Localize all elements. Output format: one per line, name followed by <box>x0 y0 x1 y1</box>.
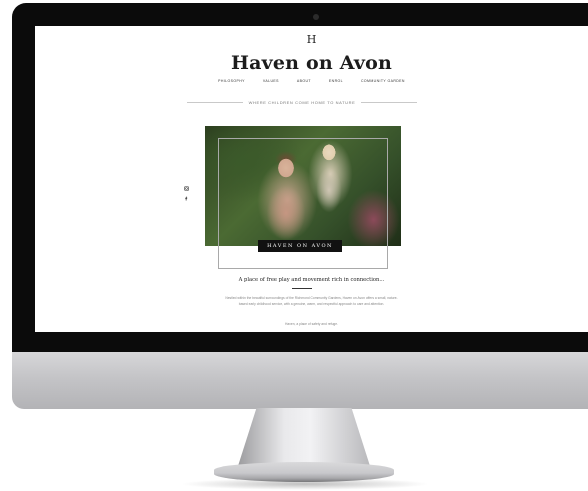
nav-item-community-garden[interactable]: Community Garden <box>361 79 405 83</box>
main-nav: Philosophy Values About Enrol Community … <box>35 79 588 83</box>
nav-item-enrol[interactable]: Enrol <box>329 79 343 83</box>
instagram-icon[interactable] <box>183 186 189 193</box>
stand-shadow <box>180 478 430 490</box>
tagline-divider-right <box>361 101 418 103</box>
tagline-divider-left <box>187 101 243 103</box>
site-title[interactable]: Haven on Avon <box>35 52 588 74</box>
camera-icon <box>313 14 319 20</box>
monitor-stand <box>238 408 370 466</box>
intro-body: Nestled within the beautiful surrounding… <box>225 296 398 306</box>
nav-item-philosophy[interactable]: Philosophy <box>218 79 245 83</box>
intro-divider <box>292 288 312 289</box>
website-screen: H Haven on Avon Philosophy Values About … <box>35 26 588 332</box>
nav-item-values[interactable]: Values <box>263 79 279 83</box>
monitor-chin <box>12 352 588 409</box>
hero-caption: HAVEN ON AVON <box>258 240 342 252</box>
tagline-row: Where children come home to nature <box>187 98 418 106</box>
social-links <box>183 186 189 203</box>
facebook-icon[interactable] <box>184 196 189 203</box>
intro-closing: Haven, a place of safety and refuge. <box>285 322 338 326</box>
nav-item-about[interactable]: About <box>297 79 311 83</box>
logo-mark[interactable]: H <box>35 33 588 46</box>
tagline: Where children come home to nature <box>248 99 356 105</box>
intro-headline: A place of free play and movement rich i… <box>238 277 385 283</box>
